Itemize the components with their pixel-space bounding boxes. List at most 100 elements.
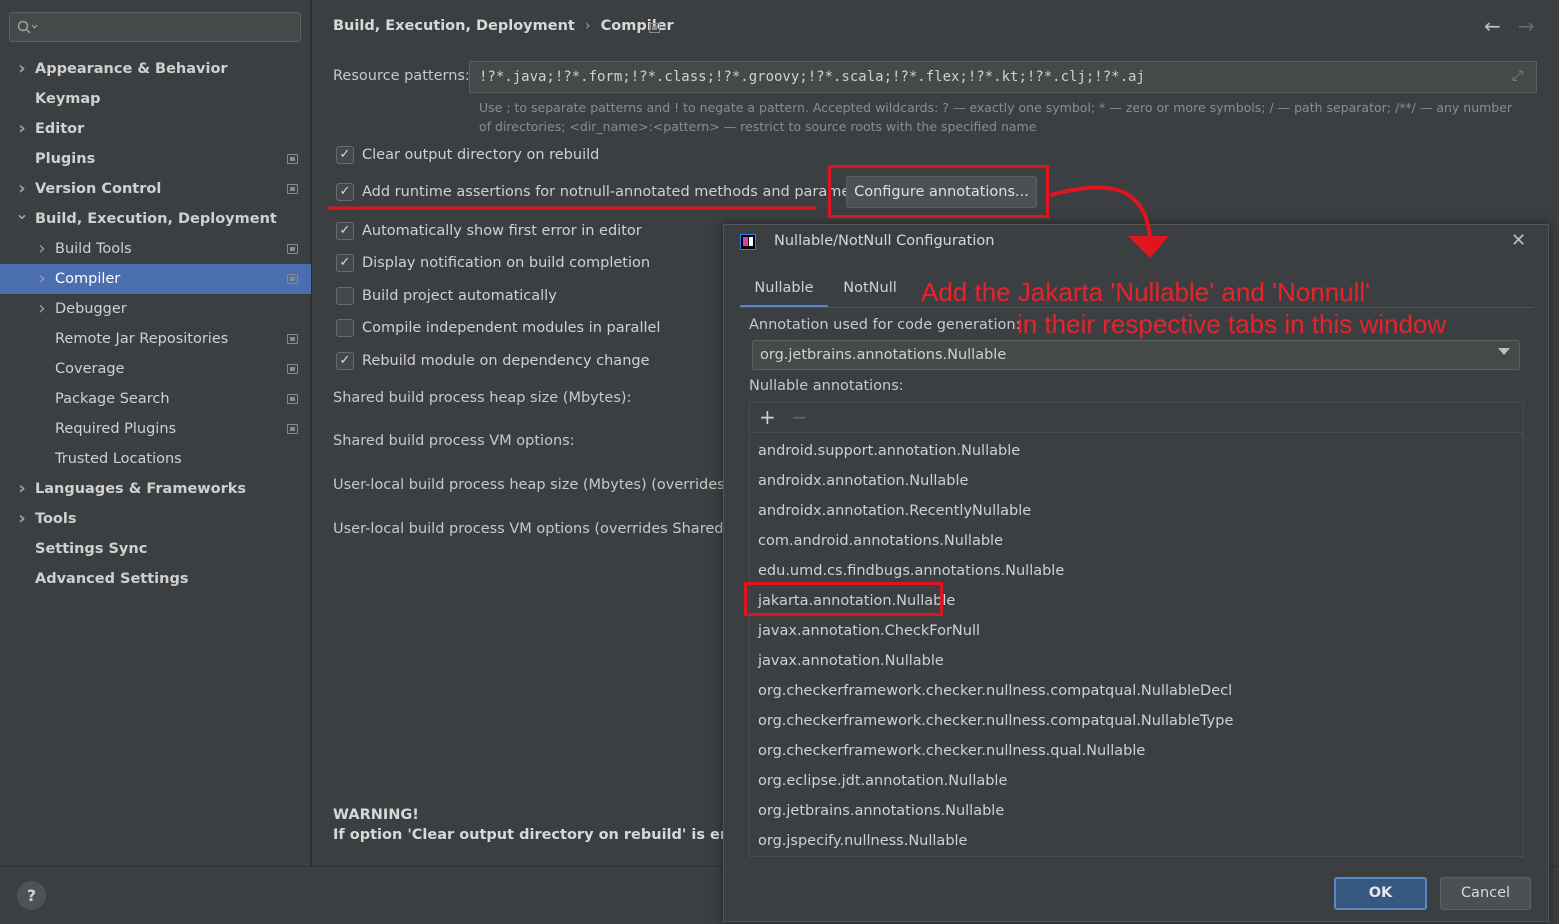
user-vm-options-label: User-local build process VM options (ove…: [333, 521, 756, 537]
checkbox-label[interactable]: Display notification on build completion: [362, 254, 650, 272]
checkbox-unchecked[interactable]: [336, 287, 354, 305]
sidebar-item-tools[interactable]: › Tools: [0, 504, 311, 534]
sidebar-item-editor[interactable]: › Editor: [0, 114, 311, 144]
list-item[interactable]: android.support.annotation.Nullable: [758, 436, 1020, 466]
sidebar-item-build-tools[interactable]: › Build Tools: [0, 234, 311, 264]
add-icon[interactable]: +: [759, 405, 776, 429]
list-toolbar: [750, 403, 1523, 433]
help-button[interactable]: ?: [17, 881, 46, 910]
checkbox-label[interactable]: Clear output directory on rebuild: [362, 146, 599, 164]
sidebar-item-remote-jar-repositories[interactable]: Remote Jar Repositories: [0, 324, 311, 354]
sidebar-item-appearance-behavior[interactable]: › Appearance & Behavior: [0, 54, 311, 84]
sidebar-item-required-plugins[interactable]: Required Plugins: [0, 414, 311, 444]
sidebar-item-debugger[interactable]: › Debugger: [0, 294, 311, 324]
settings-search-input[interactable]: [9, 12, 301, 42]
close-icon[interactable]: ✕: [1511, 230, 1526, 251]
cancel-button[interactable]: Cancel: [1440, 877, 1531, 910]
list-item[interactable]: androidx.annotation.Nullable: [758, 466, 968, 496]
resource-patterns-hint: Use ; to separate patterns and ! to nega…: [479, 100, 1513, 134]
chevron-right-icon[interactable]: ›: [15, 474, 29, 504]
sidebar-item-settings-sync[interactable]: Settings Sync: [0, 534, 311, 564]
list-item[interactable]: com.android.annotations.Nullable: [758, 526, 1003, 556]
sidebar-item-label: Remote Jar Repositories: [55, 331, 229, 347]
sidebar-item-languages-frameworks[interactable]: › Languages & Frameworks: [0, 474, 311, 504]
tab-notnull[interactable]: NotNull: [834, 278, 906, 308]
nullable-annotations-label: Nullable annotations:: [749, 378, 904, 394]
sidebar-item-package-search[interactable]: Package Search: [0, 384, 311, 414]
highlight-box-jakarta: [744, 582, 943, 616]
highlight-box-configure: [828, 165, 1049, 218]
list-item[interactable]: org.eclipse.jdt.annotation.Nullable: [758, 766, 1007, 796]
list-item[interactable]: javax.annotation.Nullable: [758, 646, 944, 676]
checkbox-label[interactable]: Rebuild module on dependency change: [362, 352, 650, 370]
list-item[interactable]: org.checkerframework.checker.nullness.co…: [758, 676, 1232, 706]
chevron-right-icon[interactable]: ›: [35, 294, 49, 324]
sidebar-item-trusted-locations[interactable]: Trusted Locations: [0, 444, 311, 474]
resource-patterns-label: Resource patterns:: [333, 68, 470, 84]
sidebar-item-build-execution-deployment[interactable]: ⌄ Build, Execution, Deployment: [0, 204, 311, 234]
checkbox-checked[interactable]: ✓: [336, 146, 354, 164]
chevron-right-icon[interactable]: ›: [35, 264, 49, 294]
chevron-down-icon[interactable]: [1498, 348, 1510, 355]
checkbox-checked[interactable]: ✓: [336, 352, 354, 370]
checkbox-label[interactable]: Automatically show first error in editor: [362, 222, 642, 240]
sidebar-item-compiler[interactable]: › Compiler: [0, 264, 311, 294]
list-item[interactable]: androidx.annotation.RecentlyNullable: [758, 496, 1031, 526]
checkbox-label[interactable]: Compile independent modules in parallel: [362, 319, 660, 337]
back-arrow-icon[interactable]: ←: [1484, 14, 1501, 38]
checkbox-label[interactable]: Add runtime assertions for notnull-annot…: [362, 183, 878, 201]
project-scope-icon: [287, 364, 298, 374]
user-heap-size-label: User-local build process heap size (Mbyt…: [333, 477, 763, 493]
list-item[interactable]: javax.annotation.CheckForNull: [758, 616, 980, 646]
sidebar-item-plugins[interactable]: Plugins: [0, 144, 311, 174]
heap-size-label: Shared build process heap size (Mbytes):: [333, 390, 632, 406]
sidebar-item-label: Package Search: [55, 391, 170, 407]
annotation-generation-select[interactable]: org.jetbrains.annotations.Nullable: [752, 340, 1520, 370]
project-scope-icon: [287, 244, 298, 254]
intellij-app-icon: [740, 234, 756, 250]
sidebar-item-label: Build Tools: [55, 241, 132, 257]
ok-button[interactable]: OK: [1334, 877, 1427, 910]
breadcrumb-separator: ›: [584, 18, 591, 34]
vm-options-label: Shared build process VM options:: [333, 433, 575, 449]
sidebar-item-label: Settings Sync: [35, 541, 148, 557]
project-scope-icon: [287, 424, 298, 434]
sidebar-item-label: Tools: [35, 511, 77, 527]
forward-arrow-icon[interactable]: →: [1518, 14, 1535, 38]
chevron-right-icon[interactable]: ›: [15, 504, 29, 534]
chevron-right-icon[interactable]: ›: [15, 114, 29, 144]
checkbox-label[interactable]: Build project automatically: [362, 287, 557, 305]
list-item[interactable]: org.jetbrains.annotations.Nullable: [758, 796, 1004, 826]
sidebar-item-label: Trusted Locations: [55, 451, 182, 467]
warning-title: WARNING!: [333, 807, 419, 823]
sidebar-item-label: Plugins: [35, 151, 96, 167]
sidebar-item-label: Keymap: [35, 91, 101, 107]
sidebar-item-version-control[interactable]: › Version Control: [0, 174, 311, 204]
chevron-right-icon[interactable]: ›: [15, 54, 29, 84]
checkbox-checked[interactable]: ✓: [336, 222, 354, 240]
list-item[interactable]: org.checkerframework.checker.nullness.qu…: [758, 736, 1145, 766]
sidebar-item-label: Debugger: [55, 301, 127, 317]
sidebar-item-coverage[interactable]: Coverage: [0, 354, 311, 384]
expand-field-icon[interactable]: ⤢: [1512, 68, 1523, 84]
remove-icon[interactable]: −: [791, 405, 808, 429]
sidebar-item-advanced-settings[interactable]: Advanced Settings: [0, 564, 311, 594]
sidebar-item-label: Build, Execution, Deployment: [35, 211, 277, 227]
sidebar-item-label: Editor: [35, 121, 85, 137]
sidebar-item-label: Languages & Frameworks: [35, 481, 247, 497]
list-item[interactable]: org.checkerframework.checker.nullness.co…: [758, 706, 1233, 736]
resource-patterns-input[interactable]: !?*.java;!?*.form;!?*.class;!?*.groovy;!…: [469, 61, 1537, 93]
sidebar-item-label: Compiler: [55, 271, 121, 287]
project-scope-icon: [287, 184, 298, 194]
list-item[interactable]: org.jspecify.nullness.Nullable: [758, 826, 967, 856]
tab-nullable[interactable]: Nullable: [740, 278, 828, 308]
breadcrumb-item-build[interactable]: Build, Execution, Deployment: [333, 18, 575, 34]
checkbox-unchecked[interactable]: [336, 319, 354, 337]
dialog-title: Nullable/NotNull Configuration: [774, 233, 995, 249]
chevron-right-icon[interactable]: ›: [35, 234, 49, 264]
checkbox-checked[interactable]: ✓: [336, 254, 354, 272]
sidebar-item-keymap[interactable]: Keymap: [0, 84, 311, 114]
checkbox-checked[interactable]: ✓: [336, 183, 354, 201]
settings-sidebar: › Appearance & Behavior Keymap › Editor Plugi…: [0, 0, 311, 866]
chevron-down-icon[interactable]: ⌄: [15, 199, 29, 229]
